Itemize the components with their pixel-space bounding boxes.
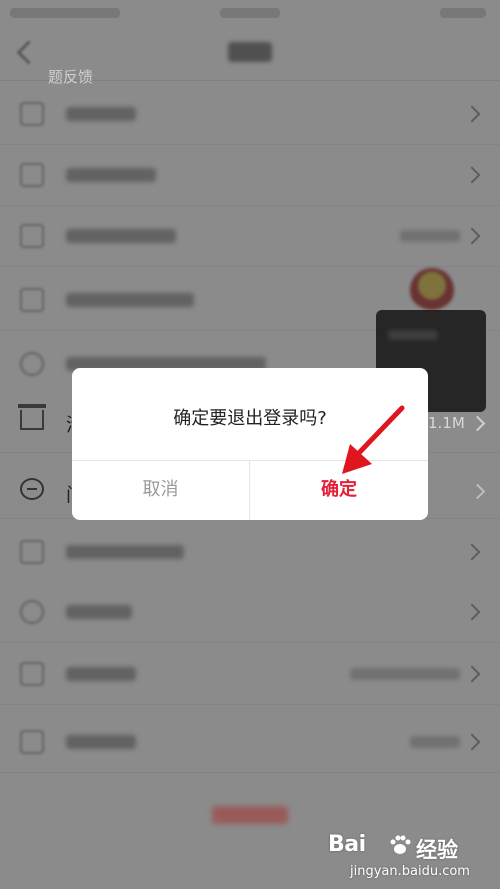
watermark-url: jingyan.baidu.com: [350, 864, 470, 879]
watermark-brand: Bai: [328, 832, 366, 857]
logout-button[interactable]: [212, 806, 288, 824]
watermark-brand-suffix: 经验: [416, 838, 458, 862]
cancel-button[interactable]: 取消: [72, 460, 249, 520]
watermark: Bai 经验 jingyan.baidu.com: [328, 832, 494, 884]
settings-screen: 题反馈 清 1.1M 问 确定要退出登录吗? 取消 确定 Bai 经验 jing…: [0, 0, 500, 889]
chat-icon: [20, 478, 44, 500]
tooltip-text: 题反馈: [48, 68, 94, 86]
cache-size: 1.1M: [428, 414, 465, 432]
basket-icon: [18, 404, 46, 430]
paw-icon: [390, 835, 411, 854]
red-arrow-icon: [342, 405, 405, 474]
